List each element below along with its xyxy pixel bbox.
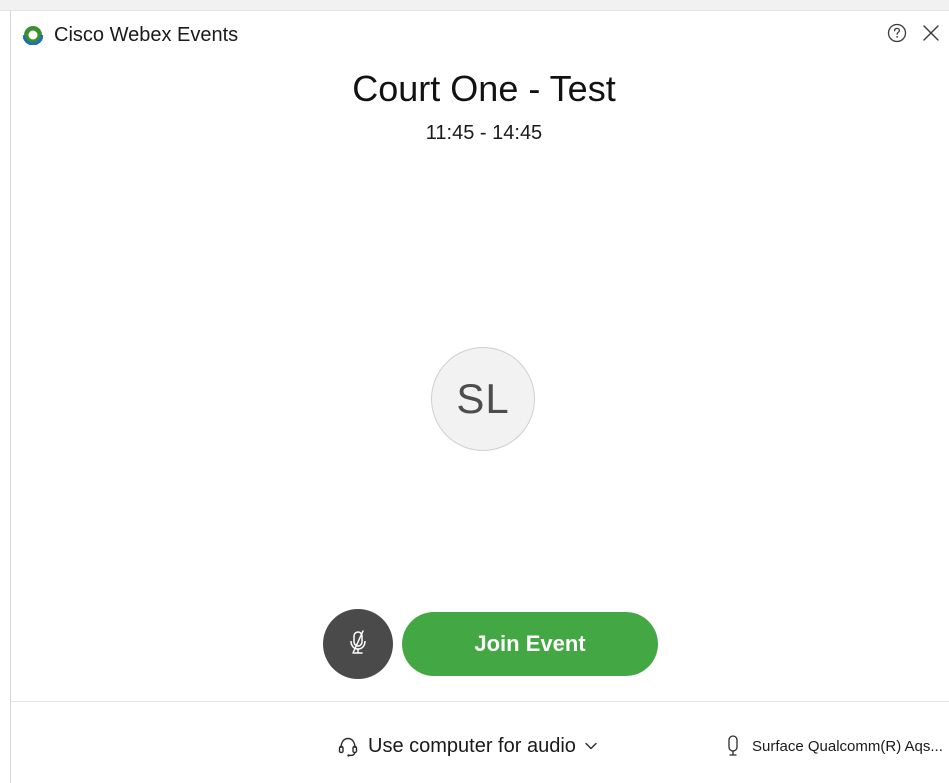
close-icon[interactable] bbox=[919, 21, 943, 45]
chevron-down-icon bbox=[584, 739, 598, 753]
avatar: SL bbox=[431, 347, 535, 451]
footer-divider bbox=[11, 701, 949, 702]
microphone-device-selector[interactable]: Surface Qualcomm(R) Aqs... bbox=[724, 732, 943, 760]
audio-option-label: Use computer for audio bbox=[368, 734, 576, 757]
event-title: Court One - Test bbox=[352, 68, 616, 109]
app-title: Cisco Webex Events bbox=[54, 24, 239, 46]
microphone-icon bbox=[724, 734, 742, 758]
mute-button[interactable] bbox=[323, 609, 393, 679]
help-icon[interactable] bbox=[885, 21, 909, 45]
window-top-strip bbox=[0, 0, 949, 11]
microphone-device-label: Surface Qualcomm(R) Aqs... bbox=[752, 737, 943, 755]
avatar-initials: SL bbox=[456, 375, 510, 422]
join-event-button[interactable]: Join Event bbox=[402, 612, 658, 676]
webex-logo-icon bbox=[22, 24, 44, 46]
headset-icon bbox=[336, 734, 360, 758]
microphone-muted-icon bbox=[344, 628, 372, 661]
title-bar: Cisco Webex Events bbox=[11, 11, 949, 57]
event-time: 11:45 - 14:45 bbox=[425, 122, 543, 144]
webex-events-window: Cisco Webex Events Court One - Test 11:4… bbox=[0, 0, 949, 783]
audio-connection-dropdown[interactable]: Use computer for audio bbox=[336, 730, 598, 762]
